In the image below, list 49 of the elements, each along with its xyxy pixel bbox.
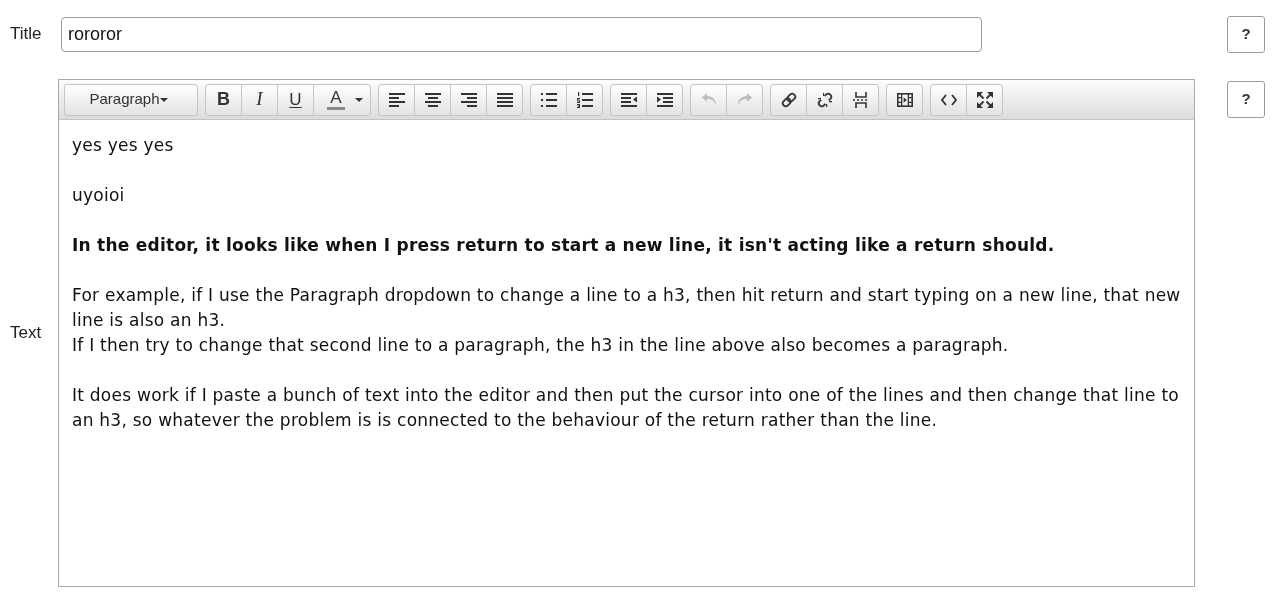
indent-icon [656, 91, 673, 108]
broken-link-icon [816, 91, 833, 108]
outdent-icon [620, 91, 637, 108]
caret-icon [354, 97, 363, 102]
text-color-button[interactable]: A [313, 83, 371, 116]
align-left-button[interactable] [378, 83, 415, 116]
justify-icon [496, 91, 513, 108]
film-icon [896, 91, 913, 108]
align-left-icon [388, 91, 405, 108]
outdent-button[interactable] [610, 83, 647, 116]
unlink-button[interactable] [806, 83, 843, 116]
format-dropdown[interactable]: Paragraph [64, 83, 198, 116]
title-input[interactable]: rororor [61, 17, 982, 52]
dropdown-value: Paragraph [89, 89, 160, 110]
paragraph: For example, if I use the Paragraph dropdown to change a line to a h3, then hit return and start typing on a new line, that new line is also an h3. If I then try to change that second line to a paragraph, the h3 in the line above also becomes a paragraph. [72, 284, 1182, 357]
text-color-letter: A [327, 89, 345, 110]
link-button[interactable] [770, 83, 807, 116]
fullscreen-icon [976, 91, 993, 108]
numbered-list-button[interactable] [566, 83, 603, 116]
indent-button[interactable] [646, 83, 683, 116]
paragraph: yes yes yes [72, 134, 175, 157]
align-right-icon [460, 91, 477, 108]
caret-icon [159, 97, 168, 102]
media-button[interactable] [886, 83, 923, 116]
field-label: Text [10, 322, 42, 345]
paragraph: It does work if I paste a bunch of text into the editor and then put the cursor into one of the lines and then change that line to an h3, so whatever the problem is is connected to the behaviour of the return rather than the line. [72, 384, 1180, 432]
code-icon [940, 93, 957, 106]
bold-button[interactable]: B [205, 83, 242, 116]
help-button[interactable]: ? [1227, 16, 1265, 53]
align-center-icon [424, 91, 441, 108]
justify-button[interactable] [486, 83, 523, 116]
field-label: Title [10, 22, 42, 45]
numbered-list-icon [576, 91, 593, 108]
link-icon [780, 91, 797, 108]
bullet-list-icon [540, 91, 557, 108]
page-break-button[interactable] [842, 83, 879, 116]
paragraph: uyoioi [72, 184, 126, 207]
paragraph: In the editor, it looks like when I press return to start a new line, it isn't acting like a return should. [72, 234, 1056, 257]
fullscreen-button[interactable] [966, 83, 1003, 116]
align-center-button[interactable] [414, 83, 451, 116]
italic-button[interactable]: I [241, 83, 278, 116]
redo-icon [737, 92, 752, 107]
undo-icon [701, 92, 716, 107]
bullet-list-button[interactable] [530, 83, 567, 116]
underline-button[interactable]: U [277, 83, 314, 116]
help-button[interactable]: ? [1227, 81, 1265, 118]
align-right-button[interactable] [450, 83, 487, 116]
page-break-icon [852, 91, 869, 108]
source-code-button[interactable] [930, 83, 967, 116]
